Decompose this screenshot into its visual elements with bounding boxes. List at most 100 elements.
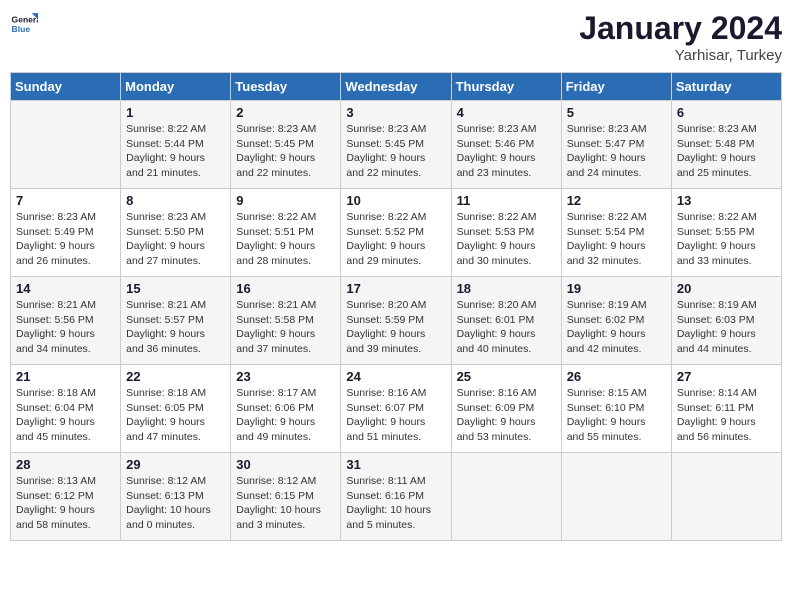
calendar-cell: 10Sunrise: 8:22 AMSunset: 5:52 PMDayligh… [341, 189, 451, 277]
day-info: Sunrise: 8:23 AMSunset: 5:47 PMDaylight:… [567, 122, 666, 181]
day-info: Sunrise: 8:22 AMSunset: 5:54 PMDaylight:… [567, 210, 666, 269]
day-number: 31 [346, 457, 445, 472]
weekday-header: Tuesday [231, 73, 341, 101]
day-number: 26 [567, 369, 666, 384]
weekday-header: Wednesday [341, 73, 451, 101]
day-info: Sunrise: 8:23 AMSunset: 5:45 PMDaylight:… [346, 122, 445, 181]
calendar-cell: 6Sunrise: 8:23 AMSunset: 5:48 PMDaylight… [671, 101, 781, 189]
day-number: 16 [236, 281, 335, 296]
day-number: 27 [677, 369, 776, 384]
svg-text:Blue: Blue [12, 24, 31, 34]
page-header: General Blue January 2024 Yarhisar, Turk… [10, 10, 782, 64]
calendar-body: 1 Sunrise: 8:22 AMSunset: 5:44 PMDaylight… [11, 101, 782, 541]
calendar-cell [671, 453, 781, 541]
calendar-cell: 15 Sunrise: 8:21 AMSunset: 5:57 PMDayligh… [121, 277, 231, 365]
day-number: 4 [457, 105, 556, 120]
day-info: Sunrise: 8:23 AMSunset: 5:46 PMDaylight:… [457, 122, 556, 181]
day-info: Sunrise: 8:18 AMSunset: 6:05 PMDaylight:… [126, 386, 225, 445]
location: Yarhisar, Turkey [579, 47, 782, 64]
calendar-cell: 25 Sunrise: 8:16 AMSunset: 6:09 PMDayligh… [451, 365, 561, 453]
day-info: Sunrise: 8:16 AMSunset: 6:07 PMDaylight:… [346, 386, 445, 445]
weekday-header: Thursday [451, 73, 561, 101]
day-info: Sunrise: 8:15 AMSunset: 6:10 PMDaylight:… [567, 386, 666, 445]
day-number: 11 [457, 193, 556, 208]
day-number: 18 [457, 281, 556, 296]
day-number: 5 [567, 105, 666, 120]
day-number: 23 [236, 369, 335, 384]
day-number: 25 [457, 369, 556, 384]
calendar-cell: 18 Sunrise: 8:20 AMSunset: 6:01 PMDayligh… [451, 277, 561, 365]
day-number: 28 [16, 457, 115, 472]
calendar-cell: 1 Sunrise: 8:22 AMSunset: 5:44 PMDaylight… [121, 101, 231, 189]
day-number: 8 [126, 193, 225, 208]
day-number: 17 [346, 281, 445, 296]
calendar-table: SundayMondayTuesdayWednesdayThursdayFrid… [10, 72, 782, 541]
day-number: 12 [567, 193, 666, 208]
day-info: Sunrise: 8:16 AMSunset: 6:09 PMDaylight:… [457, 386, 556, 445]
calendar-cell: 3 Sunrise: 8:23 AMSunset: 5:45 PMDaylight… [341, 101, 451, 189]
svg-text:General: General [12, 14, 38, 24]
weekday-header: Saturday [671, 73, 781, 101]
calendar-cell: 27Sunrise: 8:14 AMSunset: 6:11 PMDayligh… [671, 365, 781, 453]
day-number: 1 [126, 105, 225, 120]
day-info: Sunrise: 8:22 AMSunset: 5:44 PMDaylight:… [126, 122, 225, 181]
calendar-cell [561, 453, 671, 541]
day-number: 30 [236, 457, 335, 472]
calendar-cell: 8Sunrise: 8:23 AMSunset: 5:50 PMDaylight… [121, 189, 231, 277]
day-number: 21 [16, 369, 115, 384]
calendar-cell: 21Sunrise: 8:18 AMSunset: 6:04 PMDayligh… [11, 365, 121, 453]
day-number: 14 [16, 281, 115, 296]
day-info: Sunrise: 8:20 AMSunset: 5:59 PMDaylight:… [346, 298, 445, 357]
day-number: 20 [677, 281, 776, 296]
day-number: 22 [126, 369, 225, 384]
calendar-cell: 4 Sunrise: 8:23 AMSunset: 5:46 PMDaylight… [451, 101, 561, 189]
day-info: Sunrise: 8:22 AMSunset: 5:55 PMDaylight:… [677, 210, 776, 269]
calendar-week-row: 14Sunrise: 8:21 AMSunset: 5:56 PMDayligh… [11, 277, 782, 365]
day-number: 13 [677, 193, 776, 208]
day-number: 29 [126, 457, 225, 472]
calendar-cell: 22 Sunrise: 8:18 AMSunset: 6:05 PMDayligh… [121, 365, 231, 453]
calendar-cell: 11 Sunrise: 8:22 AMSunset: 5:53 PMDayligh… [451, 189, 561, 277]
day-info: Sunrise: 8:20 AMSunset: 6:01 PMDaylight:… [457, 298, 556, 357]
day-number: 15 [126, 281, 225, 296]
calendar-cell: 30 Sunrise: 8:12 AMSunset: 6:15 PMDayligh… [231, 453, 341, 541]
calendar-cell: 19 Sunrise: 8:19 AMSunset: 6:02 PMDayligh… [561, 277, 671, 365]
day-info: Sunrise: 8:23 AMSunset: 5:45 PMDaylight:… [236, 122, 335, 181]
calendar-cell: 16Sunrise: 8:21 AMSunset: 5:58 PMDayligh… [231, 277, 341, 365]
calendar-cell: 5 Sunrise: 8:23 AMSunset: 5:47 PMDaylight… [561, 101, 671, 189]
calendar-cell: 13 Sunrise: 8:22 AMSunset: 5:55 PMDayligh… [671, 189, 781, 277]
calendar-cell: 2 Sunrise: 8:23 AMSunset: 5:45 PMDaylight… [231, 101, 341, 189]
day-info: Sunrise: 8:11 AMSunset: 6:16 PMDaylight:… [346, 474, 445, 533]
calendar-cell: 31 Sunrise: 8:11 AMSunset: 6:16 PMDayligh… [341, 453, 451, 541]
calendar-cell [11, 101, 121, 189]
calendar-cell: 29Sunrise: 8:12 AMSunset: 6:13 PMDayligh… [121, 453, 231, 541]
day-info: Sunrise: 8:22 AMSunset: 5:51 PMDaylight:… [236, 210, 335, 269]
month-title: January 2024 [579, 10, 782, 47]
calendar-cell: 24Sunrise: 8:16 AMSunset: 6:07 PMDayligh… [341, 365, 451, 453]
day-number: 2 [236, 105, 335, 120]
calendar-week-row: 21Sunrise: 8:18 AMSunset: 6:04 PMDayligh… [11, 365, 782, 453]
day-number: 6 [677, 105, 776, 120]
logo: General Blue [10, 10, 38, 38]
day-info: Sunrise: 8:19 AMSunset: 6:03 PMDaylight:… [677, 298, 776, 357]
day-info: Sunrise: 8:19 AMSunset: 6:02 PMDaylight:… [567, 298, 666, 357]
weekday-header: Friday [561, 73, 671, 101]
calendar-cell: 20 Sunrise: 8:19 AMSunset: 6:03 PMDayligh… [671, 277, 781, 365]
calendar-week-row: 1 Sunrise: 8:22 AMSunset: 5:44 PMDaylight… [11, 101, 782, 189]
day-info: Sunrise: 8:17 AMSunset: 6:06 PMDaylight:… [236, 386, 335, 445]
calendar-cell: 26 Sunrise: 8:15 AMSunset: 6:10 PMDayligh… [561, 365, 671, 453]
day-number: 19 [567, 281, 666, 296]
day-number: 3 [346, 105, 445, 120]
day-number: 10 [346, 193, 445, 208]
day-info: Sunrise: 8:21 AMSunset: 5:57 PMDaylight:… [126, 298, 225, 357]
calendar-week-row: 7Sunrise: 8:23 AMSunset: 5:49 PMDaylight… [11, 189, 782, 277]
day-info: Sunrise: 8:12 AMSunset: 6:15 PMDaylight:… [236, 474, 335, 533]
title-section: January 2024 Yarhisar, Turkey [579, 10, 782, 64]
calendar-cell: 9Sunrise: 8:22 AMSunset: 5:51 PMDaylight… [231, 189, 341, 277]
calendar-cell: 28Sunrise: 8:13 AMSunset: 6:12 PMDayligh… [11, 453, 121, 541]
calendar-cell: 7Sunrise: 8:23 AMSunset: 5:49 PMDaylight… [11, 189, 121, 277]
weekday-header: Monday [121, 73, 231, 101]
weekday-header: Sunday [11, 73, 121, 101]
day-info: Sunrise: 8:22 AMSunset: 5:53 PMDaylight:… [457, 210, 556, 269]
calendar-cell: 14Sunrise: 8:21 AMSunset: 5:56 PMDayligh… [11, 277, 121, 365]
